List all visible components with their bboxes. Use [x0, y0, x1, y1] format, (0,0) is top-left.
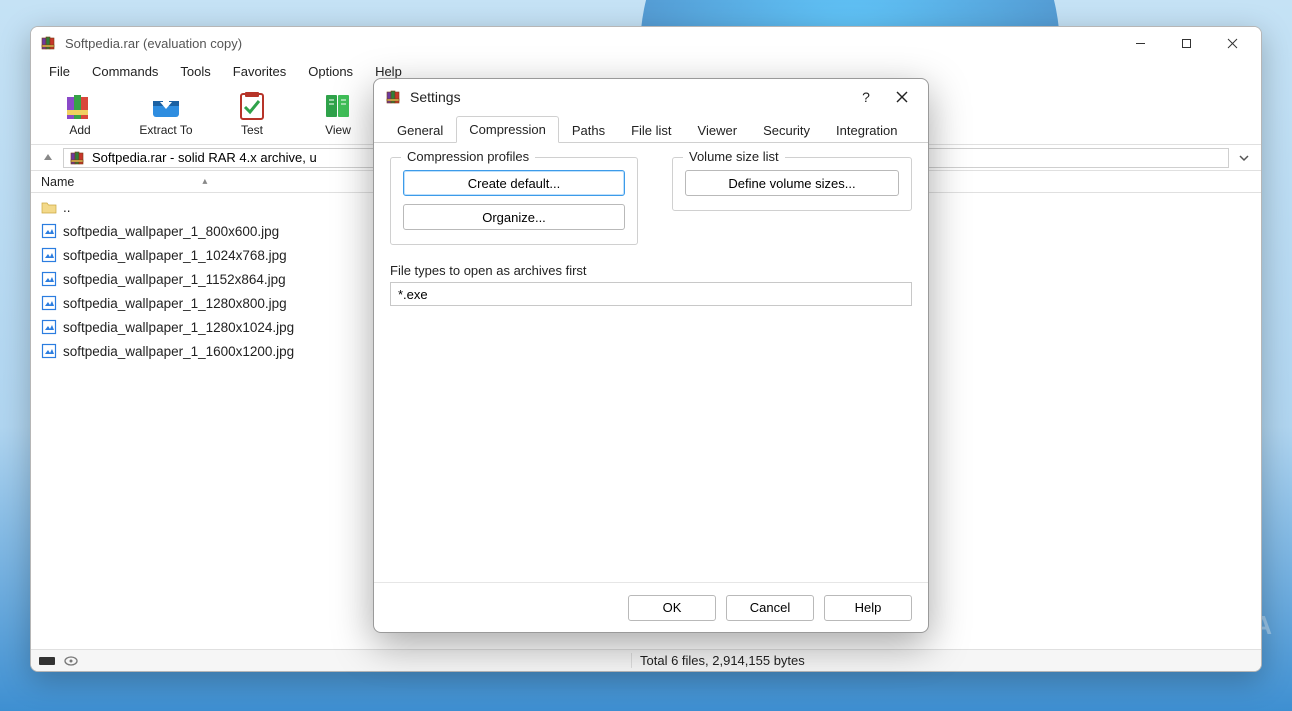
- tab-viewer[interactable]: Viewer: [685, 117, 751, 143]
- menu-tools[interactable]: Tools: [170, 62, 220, 81]
- column-header-name-label: Name: [41, 175, 74, 189]
- folder-up-icon: [41, 199, 57, 215]
- tab-paths[interactable]: Paths: [559, 117, 618, 143]
- tab-security[interactable]: Security: [750, 117, 823, 143]
- tab-general[interactable]: General: [384, 117, 456, 143]
- window-title: Softpedia.rar (evaluation copy): [65, 36, 1117, 51]
- image-file-icon: [41, 247, 57, 263]
- file-name: softpedia_wallpaper_1_1024x768.jpg: [63, 248, 287, 263]
- create-default-label: Create default...: [468, 176, 561, 191]
- file-name: softpedia_wallpaper_1_800x600.jpg: [63, 224, 279, 239]
- menu-options[interactable]: Options: [298, 62, 363, 81]
- file-name: softpedia_wallpaper_1_1152x864.jpg: [63, 272, 286, 287]
- view-icon: [321, 91, 355, 121]
- group-volume-size-list: Volume size list Define volume sizes...: [672, 157, 912, 211]
- dialog-close-button[interactable]: [884, 82, 920, 112]
- help-label: Help: [855, 600, 882, 615]
- cancel-button[interactable]: Cancel: [726, 595, 814, 621]
- organize-button[interactable]: Organize...: [403, 204, 625, 230]
- group-volume-size-legend: Volume size list: [683, 149, 785, 164]
- close-button[interactable]: [1209, 27, 1255, 59]
- group-compression-profiles-legend: Compression profiles: [401, 149, 535, 164]
- status-lock-icon: [63, 655, 79, 667]
- minimize-button[interactable]: [1117, 27, 1163, 59]
- up-directory-label: ..: [63, 200, 71, 215]
- image-file-icon: [41, 343, 57, 359]
- image-file-icon: [41, 319, 57, 335]
- arrow-up-icon: [42, 152, 54, 164]
- ok-button[interactable]: OK: [628, 595, 716, 621]
- dialog-titlebar: Settings ?: [374, 79, 928, 115]
- toolbar-view[interactable]: View: [299, 86, 377, 142]
- sort-ascending-icon: ▴: [202, 176, 207, 187]
- create-default-button[interactable]: Create default...: [403, 170, 625, 196]
- dialog-tabs: General Compression Paths File list View…: [374, 115, 928, 143]
- winrar-app-icon: [386, 89, 402, 105]
- maximize-button[interactable]: [1163, 27, 1209, 59]
- image-file-icon: [41, 295, 57, 311]
- menu-commands[interactable]: Commands: [82, 62, 168, 81]
- cancel-label: Cancel: [750, 600, 790, 615]
- toolbar-test[interactable]: Test: [213, 86, 291, 142]
- file-name: softpedia_wallpaper_1_1600x1200.jpg: [63, 344, 294, 359]
- menu-file[interactable]: File: [39, 62, 80, 81]
- toolbar-extract-label: Extract To: [139, 123, 192, 137]
- toolbar-extract[interactable]: Extract To: [127, 86, 205, 142]
- image-file-icon: [41, 271, 57, 287]
- settings-dialog: Settings ? General Compression Paths Fil…: [373, 78, 929, 633]
- define-volume-sizes-button[interactable]: Define volume sizes...: [685, 170, 899, 196]
- image-file-icon: [41, 223, 57, 239]
- dialog-help-button[interactable]: ?: [848, 82, 884, 112]
- dialog-body: Compression profiles Create default... O…: [374, 143, 928, 582]
- toolbar-add-label: Add: [69, 123, 90, 137]
- file-name: softpedia_wallpaper_1_1280x800.jpg: [63, 296, 287, 311]
- filetypes-input[interactable]: [390, 282, 912, 306]
- status-bar: Total 6 files, 2,914,155 bytes: [31, 649, 1261, 671]
- group-compression-profiles: Compression profiles Create default... O…: [390, 157, 638, 245]
- up-one-level-button[interactable]: [39, 149, 57, 167]
- toolbar-add[interactable]: Add: [41, 86, 119, 142]
- dialog-footer: OK Cancel Help: [374, 582, 928, 632]
- define-volume-sizes-label: Define volume sizes...: [728, 176, 855, 191]
- tab-integration[interactable]: Integration: [823, 117, 910, 143]
- ok-label: OK: [663, 600, 682, 615]
- winrar-app-icon: [41, 35, 57, 51]
- close-icon: [896, 91, 908, 103]
- toolbar-test-label: Test: [241, 123, 263, 137]
- test-icon: [235, 91, 269, 121]
- menu-favorites[interactable]: Favorites: [223, 62, 296, 81]
- dialog-title: Settings: [410, 89, 848, 105]
- file-name: softpedia_wallpaper_1_1280x1024.jpg: [63, 320, 294, 335]
- organize-label: Organize...: [482, 210, 546, 225]
- status-text: Total 6 files, 2,914,155 bytes: [631, 653, 1261, 668]
- chevron-down-icon: [1239, 153, 1249, 163]
- filetypes-label: File types to open as archives first: [390, 263, 912, 278]
- window-titlebar: Softpedia.rar (evaluation copy): [31, 27, 1261, 59]
- archive-icon: [70, 150, 86, 166]
- extract-icon: [149, 91, 183, 121]
- toolbar-view-label: View: [325, 123, 351, 137]
- help-button[interactable]: Help: [824, 595, 912, 621]
- address-dropdown[interactable]: [1235, 153, 1253, 163]
- tab-compression[interactable]: Compression: [456, 116, 559, 143]
- status-drive-icon: [39, 656, 57, 666]
- address-text: Softpedia.rar - solid RAR 4.x archive, u: [92, 150, 317, 165]
- tab-file-list[interactable]: File list: [618, 117, 684, 143]
- add-archive-icon: [63, 91, 97, 121]
